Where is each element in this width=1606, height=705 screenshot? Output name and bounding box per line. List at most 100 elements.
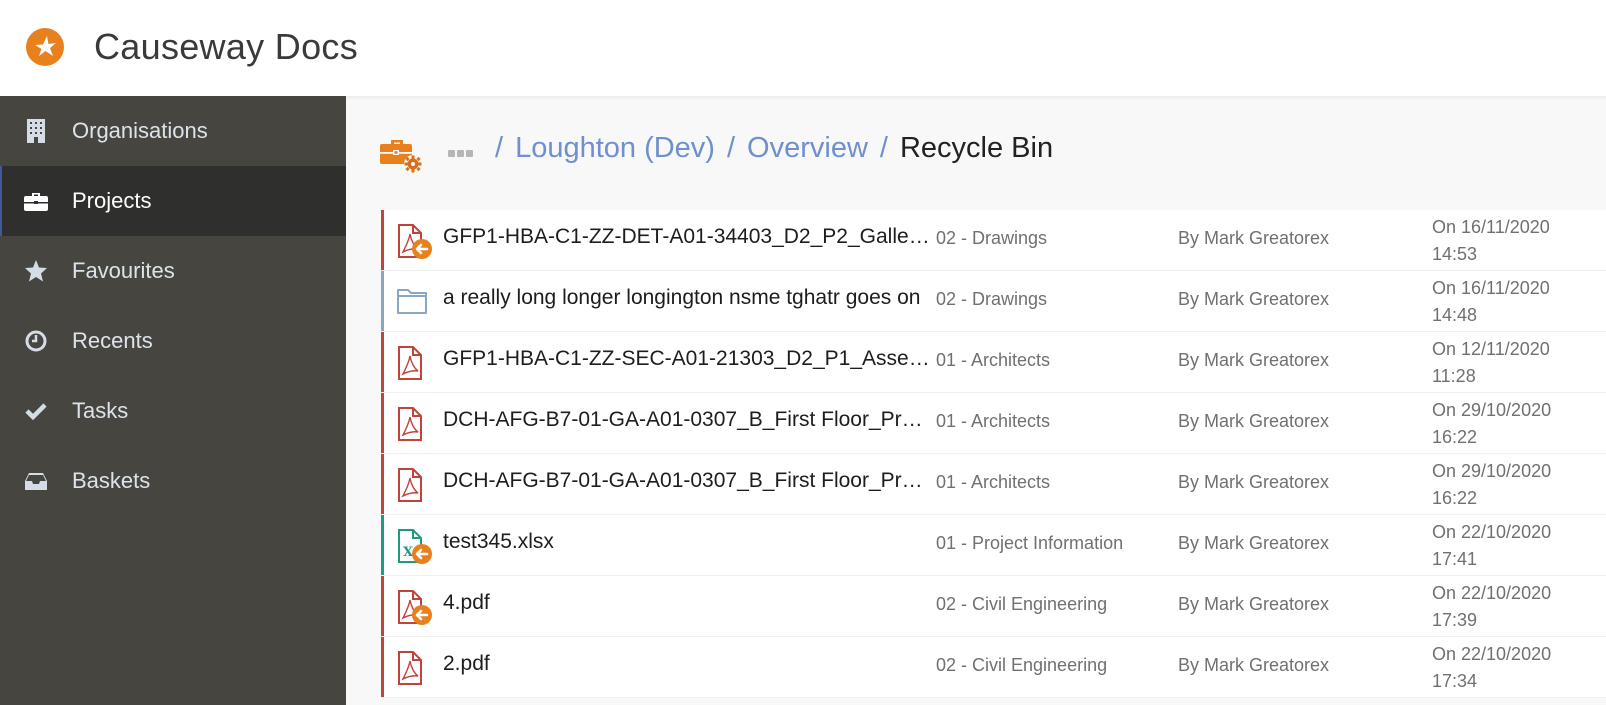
breadcrumb-bar: / Loughton (Dev) / Overview / Recycle Bi… [346,96,1606,208]
time-text: 17:41 [1432,549,1478,569]
sidebar-item-label: Organisations [72,118,208,143]
file-name[interactable]: GFP1-HBA-C1-ZZ-SEC-A01-21303_D2_P1_Assem… [443,347,933,371]
breadcrumb-link-project[interactable]: Loughton (Dev) [515,132,715,165]
file-author: By Mark Greatorex [1178,411,1330,431]
file-author: By Mark Greatorex [1178,594,1330,614]
more-icon[interactable] [448,150,473,157]
sidebar-item-baskets[interactable]: Baskets [0,446,346,516]
breadcrumb-link-overview[interactable]: Overview [747,132,868,165]
file-author: By Mark Greatorex [1178,533,1330,553]
sidebar-item-label: Favourites [72,258,175,283]
file-type-bar [381,271,384,331]
check-icon [24,399,48,423]
pdf-file-icon restore-icon[interactable] [396,224,436,260]
file-row[interactable]: GFP1-HBA-C1-ZZ-DET-A01-34403_D2_P2_Galle… [381,210,1606,271]
file-row[interactable]: a really long longer longington nsme tgh… [381,271,1606,332]
date-text: On 16/11/2020 [1432,217,1550,237]
file-name[interactable]: test345.xlsx [443,530,933,554]
xlsx-file-icon restore-icon[interactable]: X [396,529,436,565]
file-folder: 01 - Architects [936,472,1051,492]
file-row[interactable]: DCH-AFG-B7-01-GA-A01-0307_B_First Floor_… [381,393,1606,454]
file-deleted-date: On 22/10/2020 17:41 [1432,519,1551,573]
star-icon [24,259,48,283]
file-type-bar [381,393,384,453]
file-deleted-date: On 22/10/2020 17:39 [1432,580,1551,634]
causeway-logo-icon[interactable] [26,28,64,66]
sidebar-item-organisations[interactable]: Organisations [0,96,346,166]
briefcase-icon [24,189,48,213]
file-name[interactable]: DCH-AFG-B7-01-GA-A01-0307_B_First Floor_… [443,408,933,432]
file-folder: 01 - Architects [936,350,1051,370]
file-folder: 01 - Project Information [936,533,1124,553]
file-type-bar [381,576,384,636]
file-name[interactable]: 4.pdf [443,591,933,615]
date-text: On 22/10/2020 [1432,644,1552,664]
pdf-file-icon [396,346,436,382]
breadcrumb-separator: / [726,132,736,164]
file-folder: 02 - Drawings [936,289,1048,309]
date-text: On 29/10/2020 [1432,400,1552,420]
file-name[interactable]: GFP1-HBA-C1-ZZ-DET-A01-34403_D2_P2_Galle… [443,225,933,249]
date-text: On 29/10/2020 [1432,461,1552,481]
pdf-file-icon [396,407,436,443]
sidebar-item-label: Projects [72,188,152,213]
breadcrumb-separator: / [879,132,888,164]
building-icon [24,119,48,143]
time-text: 14:53 [1432,244,1478,264]
file-type-bar [381,332,384,392]
file-author: By Mark Greatorex [1178,472,1330,492]
time-text: 11:28 [1432,366,1476,386]
sidebar-item-label: Recents [72,328,153,353]
file-deleted-date: On 12/11/2020 11:28 [1432,336,1550,390]
time-text: 14:48 [1432,305,1478,325]
file-author: By Mark Greatorex [1178,655,1330,675]
main-content: / Loughton (Dev) / Overview / Recycle Bi… [346,96,1606,705]
date-text: On 22/10/2020 [1432,583,1552,603]
recycle-bin-list: GFP1-HBA-C1-ZZ-DET-A01-34403_D2_P2_Galle… [381,210,1606,698]
file-author: By Mark Greatorex [1178,350,1330,370]
folder-icon [396,285,436,321]
file-deleted-date: On 16/11/2020 14:53 [1432,214,1550,268]
file-deleted-date: On 29/10/2020 16:22 [1432,458,1551,512]
file-folder: 02 - Drawings [936,228,1048,248]
file-name[interactable]: DCH-AFG-B7-01-GA-A01-0307_B_First Floor_… [443,469,933,493]
file-row[interactable]: 4.pdf 02 - Civil Engineering By Mark Gre… [381,576,1606,637]
file-type-bar [381,515,384,575]
sidebar-item-label: Tasks [72,398,129,423]
file-row[interactable]: DCH-AFG-B7-01-GA-A01-0307_B_First Floor_… [381,454,1606,515]
file-row[interactable]: GFP1-HBA-C1-ZZ-SEC-A01-21303_D2_P1_Assem… [381,332,1606,393]
file-name[interactable]: 2.pdf [443,652,933,676]
file-type-bar [381,210,384,270]
time-text: 17:34 [1432,671,1478,691]
file-folder: 01 - Architects [936,411,1051,431]
top-bar: Causeway Docs [0,0,1606,96]
breadcrumb: / Loughton (Dev) / Overview / Recycle Bi… [448,132,1053,165]
date-text: On 22/10/2020 [1432,522,1552,542]
clock-icon [24,329,48,353]
file-type-bar [381,637,384,697]
file-folder: 02 - Civil Engineering [936,655,1108,675]
file-author: By Mark Greatorex [1178,289,1330,309]
time-text: 16:22 [1432,488,1478,508]
sidebar-item-favourites[interactable]: Favourites [0,236,346,306]
file-deleted-date: On 16/11/2020 14:48 [1432,275,1550,329]
app-title: Causeway Docs [94,26,359,67]
date-text: On 16/11/2020 [1432,278,1550,298]
sidebar: Organisations Projects Favourites Recent… [0,96,346,705]
sidebar-item-tasks[interactable]: Tasks [0,376,346,446]
breadcrumb-separator: / [495,132,504,164]
pdf-file-icon [396,468,436,504]
time-text: 16:22 [1432,427,1478,447]
file-folder: 02 - Civil Engineering [936,594,1108,614]
file-name[interactable]: a really long longer longington nsme tgh… [443,286,933,310]
file-row[interactable]: X test345.xlsx 01 - Project Information … [381,515,1606,576]
sidebar-item-projects[interactable]: Projects [0,166,346,236]
pdf-file-icon [396,651,436,687]
time-text: 17:39 [1432,610,1478,630]
pdf-file-icon restore-icon[interactable] [396,590,436,626]
file-author: By Mark Greatorex [1178,228,1330,248]
sidebar-item-recents[interactable]: Recents [0,306,346,376]
file-deleted-date: On 29/10/2020 16:22 [1432,397,1551,451]
file-row[interactable]: 2.pdf 02 - Civil Engineering By Mark Gre… [381,637,1606,698]
breadcrumb-current: Recycle Bin [899,132,1054,164]
